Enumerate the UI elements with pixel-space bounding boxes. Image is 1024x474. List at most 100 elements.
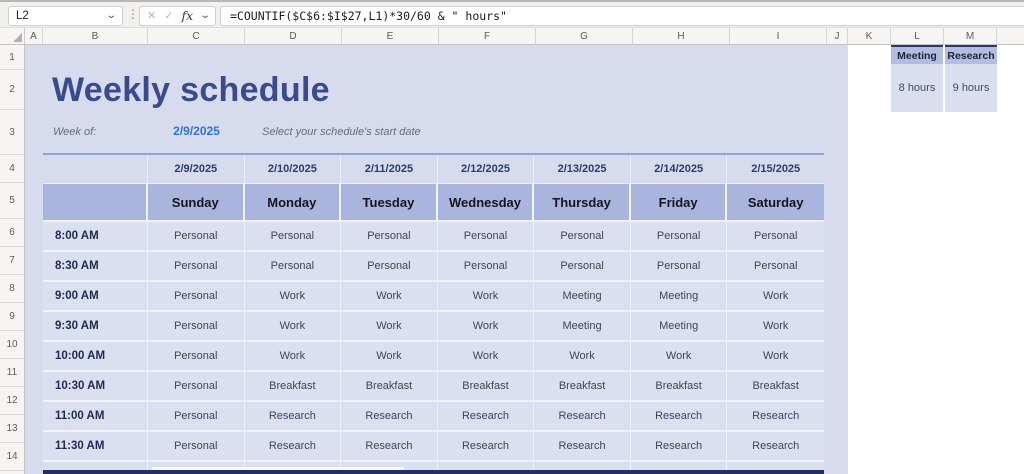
summary-value-cell[interactable]: 8 hours xyxy=(891,64,943,112)
schedule-cell[interactable]: Personal xyxy=(631,252,728,280)
column-header-I[interactable]: I xyxy=(730,28,827,44)
schedule-cell[interactable]: Meeting xyxy=(631,282,728,310)
time-cell[interactable]: 10:00 AM xyxy=(43,342,148,370)
day-cell[interactable]: Monday xyxy=(245,184,342,220)
schedule-cell[interactable]: Breakfast xyxy=(727,372,824,400)
day-cell[interactable]: Saturday xyxy=(727,184,824,220)
row-header-5[interactable]: 5 xyxy=(0,183,24,219)
row-header-14[interactable]: 14 xyxy=(0,443,24,471)
day-cell[interactable]: Sunday xyxy=(148,184,245,220)
time-cell[interactable]: 11:30 AM xyxy=(43,432,148,460)
time-cell[interactable]: 8:30 AM xyxy=(43,252,148,280)
column-header-H[interactable]: H xyxy=(633,28,730,44)
schedule-cell[interactable]: Research xyxy=(245,402,342,430)
schedule-cell[interactable]: Breakfast xyxy=(534,372,631,400)
insert-function-icon[interactable]: fx xyxy=(181,10,193,23)
schedule-cell[interactable]: Personal xyxy=(148,342,245,370)
row-header-6[interactable]: 6 xyxy=(0,219,24,247)
chevron-down-icon[interactable]: ⌄ xyxy=(199,11,211,21)
schedule-cell[interactable]: Breakfast xyxy=(245,372,342,400)
schedule-cell[interactable]: Work xyxy=(438,312,535,340)
schedule-cell[interactable]: Work xyxy=(341,282,438,310)
schedule-cell[interactable]: Personal xyxy=(341,252,438,280)
schedule-cell[interactable]: Meeting xyxy=(534,282,631,310)
column-header-C[interactable]: C xyxy=(148,28,245,44)
schedule-cell[interactable]: Personal xyxy=(148,222,245,250)
schedule-cell[interactable]: Meeting xyxy=(534,312,631,340)
schedule-cell[interactable]: Breakfast xyxy=(631,372,728,400)
schedule-cell[interactable]: Research xyxy=(534,402,631,430)
schedule-cell[interactable]: Research xyxy=(341,432,438,460)
schedule-cell[interactable]: Research xyxy=(438,402,535,430)
column-header-K[interactable]: K xyxy=(848,28,891,44)
schedule-cell[interactable]: Work xyxy=(631,342,728,370)
date-cell[interactable]: 2/12/2025 xyxy=(438,155,535,183)
schedule-cell[interactable]: Work xyxy=(341,312,438,340)
time-cell[interactable]: 8:00 AM xyxy=(43,222,148,250)
select-all-corner[interactable] xyxy=(0,28,25,44)
row-header-13[interactable]: 13 xyxy=(0,415,24,443)
schedule-cell[interactable]: Work xyxy=(245,342,342,370)
chevron-down-icon[interactable]: ⌄ xyxy=(105,11,117,21)
row-header-4[interactable]: 4 xyxy=(0,155,24,183)
summary-value-cell[interactable]: 9 hours xyxy=(945,64,997,112)
schedule-cell[interactable]: Personal xyxy=(341,222,438,250)
schedule-cell[interactable]: Personal xyxy=(245,222,342,250)
schedule-cell[interactable]: Breakfast xyxy=(438,372,535,400)
formula-input[interactable]: =COUNTIF($C$6:$I$27,L1)*30/60 & " hours" xyxy=(220,6,1024,26)
time-cell[interactable]: 11:00 AM xyxy=(43,402,148,430)
schedule-cell[interactable]: Work xyxy=(438,342,535,370)
schedule-cell[interactable]: Personal xyxy=(727,252,824,280)
date-cell[interactable]: 2/9/2025 xyxy=(148,155,245,183)
date-cell[interactable]: 2/15/2025 xyxy=(727,155,824,183)
row-header-12[interactable]: 12 xyxy=(0,387,24,415)
column-header-L[interactable]: L xyxy=(891,28,944,44)
schedule-cell[interactable]: Personal xyxy=(148,312,245,340)
row-header-2[interactable]: 2 xyxy=(0,70,24,110)
column-header-M[interactable]: M xyxy=(944,28,997,44)
time-column-spacer[interactable] xyxy=(43,184,148,220)
date-cell[interactable]: 2/14/2025 xyxy=(631,155,728,183)
day-cell[interactable]: Thursday xyxy=(534,184,631,220)
schedule-cell[interactable]: Personal xyxy=(148,372,245,400)
schedule-cell[interactable]: Breakfast xyxy=(341,372,438,400)
date-cell[interactable]: 2/11/2025 xyxy=(341,155,438,183)
enter-icon[interactable]: ✓ xyxy=(164,11,173,22)
schedule-cell[interactable]: Personal xyxy=(631,222,728,250)
schedule-cell[interactable]: Research xyxy=(631,402,728,430)
schedule-cell[interactable]: Personal xyxy=(148,282,245,310)
schedule-cell[interactable]: Work xyxy=(438,282,535,310)
schedule-cell[interactable]: Work xyxy=(245,282,342,310)
column-header-B[interactable]: B xyxy=(43,28,148,44)
day-cell[interactable]: Wednesday xyxy=(438,184,535,220)
column-header-J[interactable]: J xyxy=(827,28,848,44)
day-cell[interactable]: Friday xyxy=(631,184,728,220)
column-header-E[interactable]: E xyxy=(342,28,439,44)
name-box[interactable]: L2 ⌄ xyxy=(8,6,123,26)
time-column-spacer[interactable] xyxy=(43,155,148,183)
schedule-cell[interactable]: Meeting xyxy=(631,312,728,340)
schedule-cell[interactable]: Work xyxy=(341,342,438,370)
row-header-7[interactable]: 7 xyxy=(0,247,24,275)
schedule-cell[interactable]: Research xyxy=(534,432,631,460)
date-cell[interactable]: 2/10/2025 xyxy=(245,155,342,183)
schedule-cell[interactable]: Research xyxy=(631,432,728,460)
schedule-cell[interactable]: Personal xyxy=(438,222,535,250)
schedule-cell[interactable]: Personal xyxy=(727,222,824,250)
schedule-cell[interactable]: Personal xyxy=(148,432,245,460)
schedule-cell[interactable]: Work xyxy=(727,282,824,310)
day-cell[interactable]: Tuesday xyxy=(341,184,438,220)
schedule-cell[interactable]: Research xyxy=(727,402,824,430)
schedule-cell[interactable]: Research xyxy=(245,432,342,460)
schedule-cell[interactable]: Research xyxy=(727,432,824,460)
column-header-G[interactable]: G xyxy=(536,28,633,44)
time-cell[interactable]: 9:30 AM xyxy=(43,312,148,340)
schedule-cell[interactable]: Personal xyxy=(534,252,631,280)
schedule-cell[interactable]: Personal xyxy=(438,252,535,280)
row-header-11[interactable]: 11 xyxy=(0,359,24,387)
schedule-cell[interactable]: Work xyxy=(727,312,824,340)
summary-header-cell[interactable]: Meeting xyxy=(891,45,943,64)
row-header-1[interactable]: 1 xyxy=(0,45,24,70)
row-header-3[interactable]: 3 xyxy=(0,110,24,155)
time-cell[interactable]: 10:30 AM xyxy=(43,372,148,400)
